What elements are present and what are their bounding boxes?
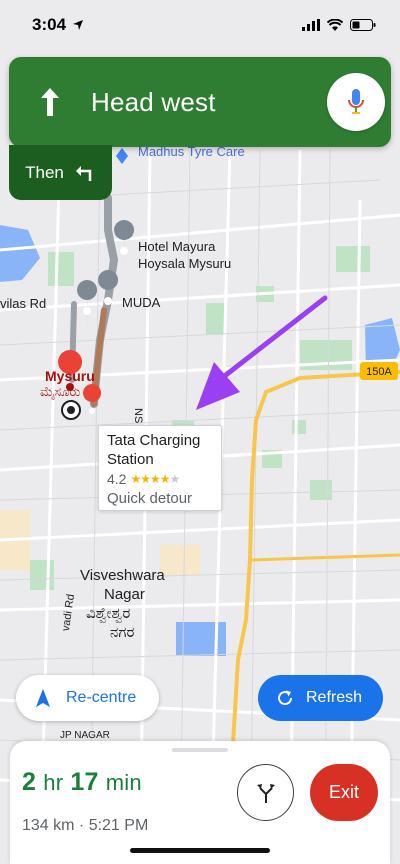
highway-shield: 150A [366, 366, 392, 378]
voice-search-button[interactable] [327, 73, 385, 131]
status-time-group: 3:04 [32, 15, 84, 35]
callout-detour: Quick detour [107, 490, 193, 507]
eta-minutes-unit: min [105, 770, 142, 795]
nav-instruction: Head west [91, 86, 216, 117]
map-label-hotel-line1: Hotel Mayura [138, 239, 216, 254]
then-banner[interactable]: Then [9, 145, 112, 200]
map-label-nagar: Nagar [104, 586, 145, 603]
recentre-button[interactable]: Re-centre [16, 675, 159, 721]
trip-details: 134 km · 5:21 PM [22, 817, 149, 834]
recentre-label: Re-centre [66, 689, 137, 706]
map-label-visveshwara: Visveshwara [80, 567, 165, 584]
callout-rating-row: 4.2 ★★★★★ [107, 469, 213, 489]
map-label-mysuru-kannada: ಮೈಸೂರು [40, 384, 81, 399]
rating-stars-icon: ★★★★★ [130, 472, 180, 486]
route-split-icon [256, 783, 275, 803]
status-bar: 3:04 [0, 0, 400, 50]
location-arrow-icon [73, 20, 84, 30]
eta-hours-unit: hr [43, 770, 64, 795]
microphone-icon [348, 89, 364, 114]
navigation-arrow-icon [36, 689, 50, 707]
alternate-routes-button[interactable] [237, 764, 294, 821]
map-label-muda: MUDA [122, 295, 161, 310]
charging-station-callout[interactable]: Tata Charging Station 4.2 ★★★★★ Quick de… [98, 425, 222, 511]
status-icons [302, 19, 376, 31]
turn-left-icon [75, 165, 92, 181]
signal-icon [302, 19, 320, 31]
map-label-visveshwara-kannada: ವಿಶ್ವೇಶ್ವರ [86, 605, 131, 622]
arrow-up-icon [41, 88, 59, 116]
direction-arrow-container [9, 86, 91, 118]
eta-minutes: 17 [70, 768, 99, 796]
map-label-mysuru: Mysuru [45, 368, 95, 384]
home-indicator [130, 848, 270, 853]
sheet-handle[interactable] [172, 748, 228, 752]
wifi-icon [327, 19, 343, 31]
eta-hours: 2 [22, 768, 37, 796]
trip-sheet[interactable]: 2 hr 17 min 134 km · 5:21 PM Exit [10, 741, 390, 864]
map-label-nagar-kannada: ನಗರ [110, 624, 135, 641]
eta-duration: 2 hr 17 min [22, 768, 142, 797]
refresh-icon [278, 690, 293, 706]
then-label: Then [25, 162, 64, 182]
map-label-ns: NS [132, 408, 144, 424]
map-label-vilas-rd: vilas Rd [0, 296, 47, 311]
status-time: 3:04 [32, 15, 67, 34]
map-label-hotel-line2: Hoysala Mysuru [138, 256, 232, 271]
callout-rating: 4.2 [107, 471, 127, 487]
navigation-banner[interactable]: Head west [9, 57, 391, 147]
battery-icon [350, 19, 376, 31]
map-screen: 150A Madhus Tyre Care Hotel Mayura Hoysa… [0, 0, 400, 864]
refresh-label: Refresh [306, 689, 363, 706]
refresh-button[interactable]: Refresh [258, 675, 383, 721]
callout-name: Tata Charging Station [107, 432, 201, 468]
exit-button[interactable]: Exit [310, 764, 378, 821]
